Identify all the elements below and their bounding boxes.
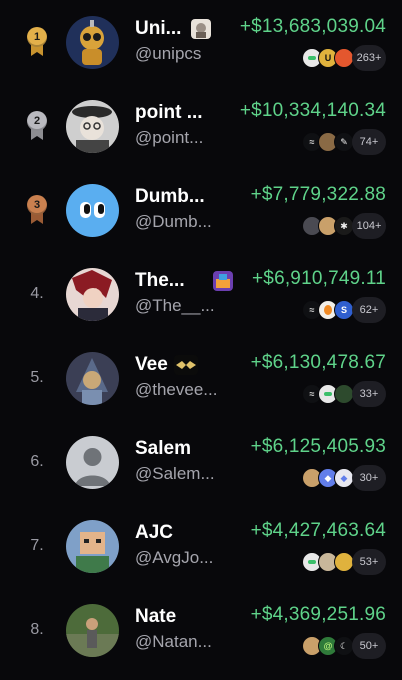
white-moon-icon: ☾ [334,636,354,656]
trader-handle[interactable]: @The__... [135,296,215,316]
rank-medal: 1 [24,26,50,58]
rank-number: 4. [30,285,44,302]
leaderboard-list: 1 Uni... @unipcs +$13,683,039.04 U 263+ … [0,0,402,680]
token-holdings[interactable]: ≈ 33+ [302,380,386,408]
blue-coin-icon: S [334,300,354,320]
more-tokens-count[interactable]: 30+ [352,465,386,491]
gold-coin-icon [334,552,354,572]
trader-name-text: Dumb... [135,186,205,207]
rank-label: 8. [24,614,50,646]
rank-number: 7. [30,537,44,554]
token-holdings[interactable]: ◆ ◆ 30+ [302,464,386,492]
rank-label: 5. [24,362,50,394]
token-holdings[interactable]: 53+ [302,548,386,576]
trader-name[interactable]: Vee [135,352,198,378]
leaderboard-row[interactable]: 8. Nate @Natan... +$4,369,251.96 @ ☾ 50+ [0,588,402,672]
profile-badge-icon [173,355,198,375]
more-tokens-count[interactable]: 33+ [352,381,386,407]
more-tokens-count[interactable]: 74+ [352,129,386,155]
avatar[interactable] [66,16,119,69]
profile-badge-icon [191,19,212,39]
trader-name-text: AJC [135,522,174,543]
pnl-value: +$6,910,749.11 [252,268,386,289]
trader-handle[interactable]: @Salem... [135,464,215,484]
trader-name-text: Salem [135,438,191,459]
white-feather-icon: ✎ [334,132,354,152]
trader-handle[interactable]: @point... [135,128,203,148]
token-holdings[interactable]: U 263+ [302,44,386,72]
silver-medal-icon: 2 [26,111,48,141]
default-avatar-icon[interactable] [66,436,119,489]
trader-handle[interactable]: @Dumb... [135,212,212,232]
rank-label: 4. [24,278,50,310]
leaderboard-row[interactable]: 7. AJC @AvgJo... +$4,427,463.64 53+ [0,504,402,588]
token-holdings[interactable]: ≈ ✎ 74+ [302,128,386,156]
pnl-value: +$6,125,405.93 [250,436,386,457]
trader-name[interactable]: The... [135,268,233,294]
rank-medal: 3 [24,194,50,226]
trader-name-text: Vee [135,354,168,375]
ethereum-icon: ◆ [334,468,354,488]
leaderboard-row[interactable]: 4. The... @The__... +$6,910,749.11 ≈ S 6… [0,252,402,336]
trader-name-text: Nate [135,606,177,627]
leaderboard-row[interactable]: 2 point ... @point... +$10,334,140.34 ≈ … [0,84,402,168]
trader-name[interactable]: Dumb... [135,184,205,210]
avatar[interactable] [66,268,119,321]
trader-name[interactable]: Salem [135,436,191,462]
more-tokens-count[interactable]: 104+ [352,213,386,239]
trader-handle[interactable]: @unipcs [135,44,201,64]
avatar[interactable] [66,184,119,237]
trader-handle[interactable]: @AvgJo... [135,548,213,568]
pnl-value: +$13,683,039.04 [239,16,386,37]
rank-number: 5. [30,369,44,386]
more-tokens-count[interactable]: 50+ [352,633,386,659]
pnl-value: +$4,369,251.96 [250,604,386,625]
trader-name[interactable]: AJC [135,520,173,546]
rank-number: 1 [33,31,41,43]
rank-label: 7. [24,530,50,562]
bronze-medal-icon: 3 [26,195,48,225]
profile-badge-icon [212,271,233,291]
more-tokens-count[interactable]: 263+ [352,45,386,71]
token-holdings[interactable]: ✱ 104+ [302,212,386,240]
pnl-value: +$10,334,140.34 [239,100,386,121]
leaderboard-row[interactable]: 5. Vee @thevee... +$6,130,478.67 ≈ 33+ [0,336,402,420]
rank-medal: 2 [24,110,50,142]
avatar[interactable] [66,100,119,153]
trader-name-text: The... [135,270,185,291]
green-coin-icon [334,384,354,404]
pnl-value: +$7,779,322.88 [250,184,386,205]
trader-name[interactable]: Nate [135,604,176,630]
trader-name[interactable]: point ... [135,100,203,126]
more-tokens-count[interactable]: 53+ [352,549,386,575]
rank-label: 6. [24,446,50,478]
trader-handle[interactable]: @Natan... [135,632,212,652]
rank-number: 2 [33,115,41,127]
trader-name-text: Uni... [135,18,182,39]
token-holdings[interactable]: @ ☾ 50+ [302,632,386,660]
rank-number: 6. [30,453,44,470]
leaderboard-row[interactable]: 3 Dumb... @Dumb... +$7,779,322.88 ✱ 104+ [0,168,402,252]
more-tokens-count[interactable]: 62+ [352,297,386,323]
star-coin-icon: ✱ [334,216,354,236]
trader-name-text: point ... [135,102,203,123]
pnl-value: +$4,427,463.64 [250,520,386,541]
rank-number: 8. [30,621,44,638]
token-holdings[interactable]: ≈ S 62+ [302,296,386,324]
avatar[interactable] [66,604,119,657]
pnl-value: +$6,130,478.67 [250,352,386,373]
trader-name[interactable]: Uni... [135,16,212,42]
avatar[interactable] [66,520,119,573]
trader-handle[interactable]: @thevee... [135,380,217,400]
orange-coin-icon [334,48,354,68]
avatar[interactable] [66,352,119,405]
leaderboard-row[interactable]: 6. Salem @Salem... +$6,125,405.93 ◆ ◆ 30… [0,420,402,504]
gold-medal-icon: 1 [26,27,48,57]
rank-number: 3 [33,199,41,211]
leaderboard-row[interactable]: 1 Uni... @unipcs +$13,683,039.04 U 263+ [0,0,402,84]
